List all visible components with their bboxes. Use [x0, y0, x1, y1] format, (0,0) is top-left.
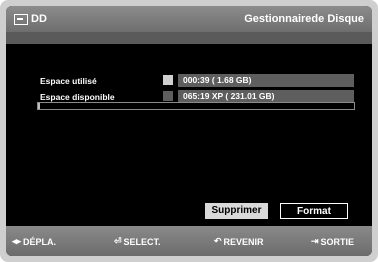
used-space-row: Espace utilisé 000:39 ( 1.68 GB) [6, 74, 372, 88]
footer-back: ↶ REVENIR [214, 236, 264, 247]
delete-button[interactable]: Supprimer [205, 203, 268, 219]
return-icon: ↶ [214, 236, 222, 246]
back-label: REVENIR [223, 236, 264, 247]
exit-label: SORTIE [320, 236, 355, 247]
free-space-swatch [163, 91, 173, 101]
footer-select: ⏎ SELECT. [114, 236, 161, 247]
title-bar: DD Gestionnairede Disque [6, 6, 372, 32]
screen: DD Gestionnairede Disque Espace utilisé … [0, 0, 378, 262]
footer-exit: ⇥ SORTIE [311, 236, 354, 247]
title-band [6, 32, 372, 44]
exit-icon: ⇥ [311, 236, 319, 246]
title-left: DD [14, 13, 47, 25]
menu-title: Gestionnairede Disque [244, 13, 364, 25]
move-label: DÉPLA. [23, 236, 57, 247]
capacity-fill [38, 103, 41, 109]
left-right-arrows-icon: ◂▸ [12, 236, 22, 246]
footer-move: ◂▸ DÉPLA. [12, 236, 56, 247]
free-space-label: Espace disponible [40, 92, 115, 102]
menu-frame: DD Gestionnairede Disque Espace utilisé … [6, 6, 372, 256]
device-title: DD [31, 13, 47, 25]
disk-icon [14, 13, 28, 25]
content-area: Espace utilisé 000:39 ( 1.68 GB) Espace … [6, 44, 372, 226]
used-space-value: 000:39 ( 1.68 GB) [178, 74, 354, 87]
format-button[interactable]: Format [280, 203, 348, 219]
used-space-label: Espace utilisé [40, 76, 97, 86]
select-label: SELECT. [123, 236, 161, 247]
enter-icon: ⏎ [114, 236, 122, 246]
capacity-bar [37, 102, 355, 110]
footer-bar: ◂▸ DÉPLA. ⏎ SELECT. ↶ REVENIR ⇥ SORTIE [6, 226, 372, 256]
used-space-swatch [163, 75, 173, 85]
